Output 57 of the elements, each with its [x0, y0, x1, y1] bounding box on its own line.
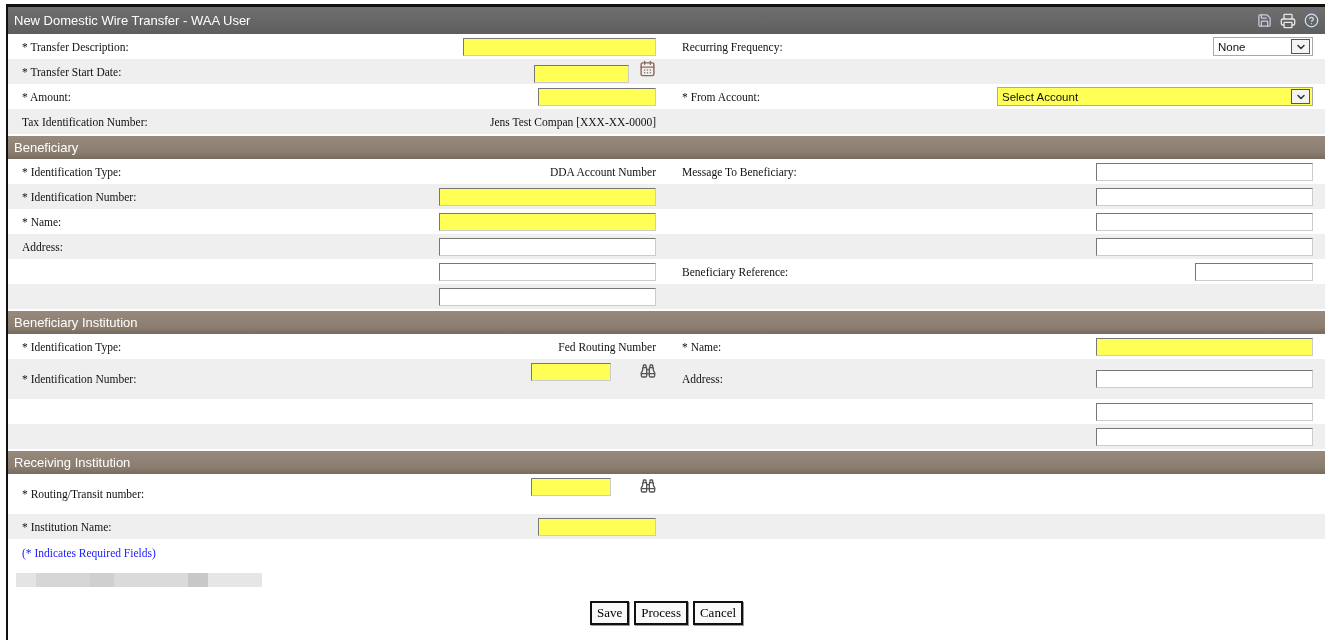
field-label: Address:	[682, 373, 723, 385]
field-label: * Name:	[682, 340, 722, 353]
section-header: Beneficiary Institution	[8, 311, 1325, 334]
text-field[interactable]	[439, 237, 656, 256]
text-field[interactable]	[1096, 370, 1313, 388]
text-field[interactable]	[1096, 402, 1313, 421]
field-label: * Amount:	[22, 90, 71, 103]
section-header: Beneficiary	[8, 136, 1325, 159]
text-field[interactable]	[1096, 162, 1313, 181]
binoculars-icon[interactable]	[640, 363, 656, 379]
text-field[interactable]	[538, 87, 656, 106]
required-fields-note: (* Indicates Required Fields)	[21, 546, 157, 559]
text-field[interactable]	[531, 478, 611, 496]
text-field[interactable]	[439, 187, 656, 206]
form-button[interactable]: Save	[589, 601, 630, 625]
field-value: Fed Routing Number	[558, 340, 656, 353]
field-label: * Identification Type:	[22, 165, 122, 178]
field-label: * From Account:	[682, 90, 760, 103]
window-title: New Domestic Wire Transfer - WAA User	[14, 13, 251, 28]
field-label: * Transfer Description:	[22, 40, 129, 53]
text-field[interactable]	[531, 363, 611, 381]
field-label: * Identification Number:	[22, 373, 137, 385]
text-field[interactable]	[538, 517, 656, 536]
text-field[interactable]	[1096, 212, 1313, 231]
field-label: * Name:	[22, 215, 62, 228]
field-label: Recurring Frequency:	[682, 40, 783, 53]
text-field[interactable]	[1195, 262, 1313, 281]
dropdown[interactable]: None	[1213, 37, 1313, 56]
text-field[interactable]	[439, 262, 656, 281]
field-label: * Identification Number:	[22, 190, 137, 203]
save-icon[interactable]	[1257, 13, 1272, 28]
field-label: * Routing/Transit number:	[22, 488, 145, 500]
text-field[interactable]	[439, 287, 656, 306]
field-label: * Institution Name:	[22, 520, 112, 533]
field-value: DDA Account Number	[549, 165, 656, 178]
date-field[interactable]	[534, 65, 629, 83]
text-field[interactable]	[1096, 237, 1313, 256]
text-field[interactable]	[1096, 337, 1313, 356]
field-label: * Identification Type:	[22, 340, 122, 353]
form-button[interactable]: Process	[634, 601, 688, 625]
field-label: Message To Beneficiary:	[682, 165, 797, 178]
form-button[interactable]: Cancel	[692, 601, 744, 625]
text-field[interactable]	[439, 212, 656, 231]
text-field[interactable]	[1096, 427, 1313, 446]
field-label: * Transfer Start Date:	[22, 65, 122, 78]
field-label: Beneficiary Reference:	[682, 265, 789, 278]
text-field[interactable]	[1096, 187, 1313, 206]
section-header: Receiving Institution	[8, 451, 1325, 474]
field-label: Tax Identification Number:	[22, 115, 148, 128]
field-label: Address:	[22, 240, 63, 253]
help-icon[interactable]	[1304, 13, 1319, 28]
text-field[interactable]	[463, 37, 656, 56]
printer-icon[interactable]	[1280, 12, 1296, 29]
dropdown[interactable]: Select Account	[997, 87, 1313, 106]
field-value: Jens Test Compan [XXX-XX-0000]	[489, 115, 656, 128]
calendar-icon[interactable]	[639, 60, 656, 77]
binoculars-icon[interactable]	[640, 478, 656, 494]
